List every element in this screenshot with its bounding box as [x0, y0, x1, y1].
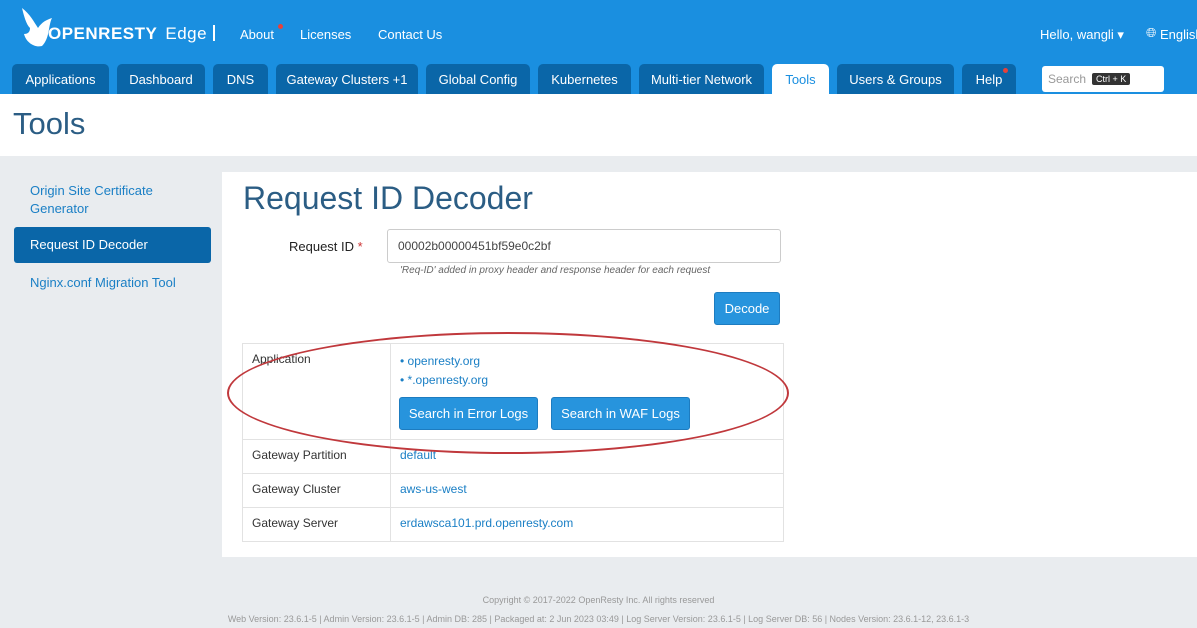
- about-notification-dot: [278, 24, 283, 29]
- page-title: Tools: [13, 106, 86, 141]
- licenses-link[interactable]: Licenses: [300, 27, 351, 42]
- tab-applications[interactable]: Applications: [12, 64, 109, 94]
- brand-openresty: OPENRESTY: [48, 24, 158, 43]
- gateway-server-value[interactable]: erdawsca101.prd.openresty.com: [390, 507, 784, 542]
- request-id-label: Request ID *: [289, 239, 363, 254]
- about-link[interactable]: About: [240, 27, 274, 42]
- gateway-cluster-label: Gateway Cluster: [242, 473, 391, 508]
- sidebar-item-nginx-migration[interactable]: Nginx.conf Migration Tool: [14, 274, 211, 292]
- request-id-hint: 'Req-ID' added in proxy header and respo…: [400, 265, 711, 276]
- globe-icon[interactable]: 🌐︎: [1146, 25, 1156, 41]
- gateway-server-label: Gateway Server: [242, 507, 391, 542]
- gateway-cluster-value[interactable]: aws-us-west: [390, 473, 784, 508]
- request-id-input[interactable]: [387, 229, 781, 263]
- tab-kubernetes[interactable]: Kubernetes: [538, 64, 631, 94]
- language-selector[interactable]: English: [1160, 27, 1197, 42]
- user-menu[interactable]: Hello, wangli ▾: [1040, 27, 1124, 43]
- brand-name[interactable]: OPENRESTY Edge: [48, 24, 207, 44]
- table-row: Gateway Server erdawsca101.prd.openresty…: [242, 507, 784, 542]
- sidebar-item-request-id-decoder[interactable]: Request ID Decoder: [14, 227, 211, 263]
- header-divider: [213, 25, 215, 41]
- annotation-ellipse: [227, 332, 789, 454]
- contact-us-link[interactable]: Contact Us: [378, 27, 442, 42]
- footer-copyright: Copyright © 2017-2022 OpenResty Inc. All…: [482, 595, 715, 605]
- request-id-label-text: Request ID: [289, 239, 355, 254]
- tab-help[interactable]: Help: [962, 64, 1016, 94]
- chevron-down-icon: ▾: [1117, 27, 1124, 42]
- sidebar-item-origin-cert-generator[interactable]: Origin Site Certificate Generator: [14, 182, 211, 218]
- decoder-heading: Request ID Decoder: [243, 180, 533, 216]
- search-box[interactable]: Search Ctrl + K: [1042, 66, 1164, 92]
- footer-versions: Web Version: 23.6.1-5 | Admin Version: 2…: [227, 614, 970, 624]
- user-greeting: Hello, wangli: [1040, 27, 1114, 42]
- page-title-bar: [0, 94, 1197, 156]
- decode-button[interactable]: Decode: [714, 292, 780, 325]
- tab-dashboard[interactable]: Dashboard: [117, 64, 205, 94]
- tab-users-groups[interactable]: Users & Groups: [837, 64, 954, 94]
- table-row: Gateway Cluster aws-us-west: [242, 473, 784, 508]
- tab-multi-tier-network[interactable]: Multi-tier Network: [639, 64, 764, 94]
- tab-global-config[interactable]: Global Config: [426, 64, 530, 94]
- help-notification-dot: [1003, 68, 1008, 73]
- tab-gateway-clusters[interactable]: Gateway Clusters +1: [276, 64, 418, 94]
- search-placeholder: Search: [1048, 72, 1087, 86]
- required-mark: *: [357, 239, 363, 254]
- brand-product: Edge: [165, 24, 208, 43]
- tab-tools[interactable]: Tools: [772, 64, 829, 94]
- tab-dns[interactable]: DNS: [213, 64, 268, 94]
- search-shortcut-badge: Ctrl + K: [1092, 73, 1131, 85]
